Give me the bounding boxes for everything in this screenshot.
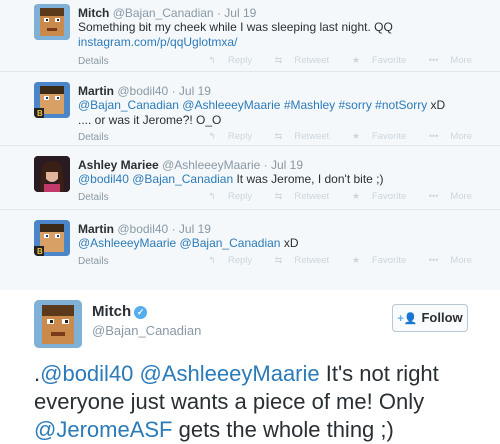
follow-user-icon: +👤 xyxy=(397,313,418,325)
follow-button[interactable]: +👤 Follow xyxy=(392,304,468,332)
avatar[interactable]: B xyxy=(34,82,70,118)
tweet-text: @Bajan_Canadian @AshleeeyMaarie #Mashley… xyxy=(78,98,445,128)
star-icon: ★ xyxy=(351,55,360,65)
tweet-tail: xD xyxy=(427,98,446,112)
retweet-icon: ⇆ xyxy=(274,255,283,265)
tweet-tail: xD xyxy=(280,236,299,250)
retweet-icon: ⇆ xyxy=(274,131,283,141)
reply-button[interactable]: ↰ Reply xyxy=(198,191,252,202)
tweet-item[interactable]: B Martin @bodil40 · Jul 19 @Bajan_Canadi… xyxy=(0,72,500,146)
star-icon: ★ xyxy=(351,255,360,265)
tweet-actions: ↰ Reply ⇆ Retweet ★ Favorite ••• More xyxy=(188,191,472,202)
mentions[interactable]: @AshleeeyMaarie @Bajan_Canadian xyxy=(78,236,280,250)
author-handle[interactable]: @Bajan_Canadian xyxy=(92,323,201,338)
details-link[interactable]: Details xyxy=(78,56,109,67)
svg-text:B: B xyxy=(37,109,43,118)
more-icon: ••• xyxy=(428,131,439,141)
favorite-button[interactable]: ★ Favorite xyxy=(342,191,406,202)
main-tweet: Mitch ✓ @Bajan_Canadian +👤 Follow .@bodil4… xyxy=(0,290,500,442)
more-button[interactable]: ••• More xyxy=(419,191,472,202)
favorite-button[interactable]: ★ Favorite xyxy=(342,55,406,66)
reply-icon: ↰ xyxy=(208,131,216,141)
more-icon: ••• xyxy=(428,255,439,265)
tweet-text: @AshleeeyMaarie @Bajan_Canadian xD xyxy=(78,236,298,251)
author-handle[interactable]: @bodil40 xyxy=(117,222,168,236)
more-button[interactable]: ••• More xyxy=(419,255,472,266)
author-name[interactable]: Mitch ✓ xyxy=(92,303,148,320)
tweet-text: .@bodil40 @AshleeeyMaarie It's not right… xyxy=(34,361,439,442)
tweet-actions: ↰ Reply ⇆ Retweet ★ Favorite ••• More xyxy=(188,131,472,142)
star-icon: ★ xyxy=(351,131,360,141)
conversation-thread: Mitch @Bajan_Canadian · Jul 19 Something… xyxy=(0,0,500,290)
tweet-item[interactable]: Mitch @Bajan_Canadian · Jul 19 Something… xyxy=(0,0,500,72)
star-icon: ★ xyxy=(351,191,360,201)
more-icon: ••• xyxy=(428,191,439,201)
mention-link[interactable]: @AshleeeyMaarie xyxy=(140,361,320,386)
tweet-actions: ↰ Reply ⇆ Retweet ★ Favorite ••• More xyxy=(188,55,472,66)
tweet-actions: ↰ Reply ⇆ Retweet ★ Favorite ••• More xyxy=(188,255,472,266)
verified-icon: ✓ xyxy=(134,306,148,319)
details-link[interactable]: Details xyxy=(78,256,109,267)
reply-icon: ↰ xyxy=(208,55,216,65)
tweet-text: Something bit my cheek while I was sleep… xyxy=(78,20,393,50)
retweet-button[interactable]: ⇆ Retweet xyxy=(265,131,329,142)
mention-link[interactable]: @JeromeASF xyxy=(34,417,172,442)
retweet-icon: ⇆ xyxy=(274,191,283,201)
avatar[interactable] xyxy=(34,300,82,348)
tweet-date[interactable]: Jul 19 xyxy=(179,84,211,98)
mention-link[interactable]: @bodil40 xyxy=(40,361,133,386)
mentions-hashtags[interactable]: @Bajan_Canadian @AshleeeyMaarie #Mashley… xyxy=(78,98,427,112)
retweet-icon: ⇆ xyxy=(274,55,283,65)
retweet-button[interactable]: ⇆ Retweet xyxy=(265,55,329,66)
avatar[interactable] xyxy=(34,4,70,40)
author-handle[interactable]: @Bajan_Canadian xyxy=(113,6,214,20)
retweet-button[interactable]: ⇆ Retweet xyxy=(265,255,329,266)
tweet-header: Ashley Mariee @AshleeeyMaarie · Jul 19 xyxy=(78,158,304,172)
mentions[interactable]: @bodil40 @Bajan_Canadian xyxy=(78,172,233,186)
avatar[interactable]: B xyxy=(34,220,70,256)
more-button[interactable]: ••• More xyxy=(419,131,472,142)
author-handle[interactable]: @AshleeeyMaarie xyxy=(162,158,260,172)
favorite-button[interactable]: ★ Favorite xyxy=(342,131,406,142)
tweet-header: Mitch @Bajan_Canadian · Jul 19 xyxy=(78,6,257,20)
tweet-line: Something bit my cheek while I was sleep… xyxy=(78,20,393,34)
tweet-date[interactable]: Jul 19 xyxy=(271,158,303,172)
author-name[interactable]: Mitch xyxy=(78,6,109,20)
instagram-link[interactable]: instagram.com/p/qqUglotmxa/ xyxy=(78,35,393,50)
reply-button[interactable]: ↰ Reply xyxy=(198,131,252,142)
reply-icon: ↰ xyxy=(208,191,216,201)
reply-button[interactable]: ↰ Reply xyxy=(198,55,252,66)
tweet-header: Martin @bodil40 · Jul 19 xyxy=(78,84,211,98)
tweet-line: .... or was it Jerome?! O_O xyxy=(78,113,222,127)
author-name[interactable]: Martin xyxy=(78,84,114,98)
favorite-button[interactable]: ★ Favorite xyxy=(342,255,406,266)
details-link[interactable]: Details xyxy=(78,132,109,143)
tweet-item[interactable]: B Martin @bodil40 · Jul 19 @AshleeeyMaar… xyxy=(0,210,500,290)
author-name[interactable]: Martin xyxy=(78,222,114,236)
tweet-date[interactable]: Jul 19 xyxy=(179,222,211,236)
more-icon: ••• xyxy=(428,55,439,65)
avatar[interactable] xyxy=(34,156,70,192)
tweet-text: @bodil40 @Bajan_Canadian It was Jerome, … xyxy=(78,172,384,187)
reply-button[interactable]: ↰ Reply xyxy=(198,255,252,266)
tweet-header: Martin @bodil40 · Jul 19 xyxy=(78,222,211,236)
tweet-tail: It was Jerome, I don't bite ;) xyxy=(233,172,384,186)
more-button[interactable]: ••• More xyxy=(419,55,472,66)
reply-icon: ↰ xyxy=(208,255,216,265)
author-handle[interactable]: @bodil40 xyxy=(117,84,168,98)
author-name[interactable]: Ashley Mariee xyxy=(78,158,159,172)
retweet-button[interactable]: ⇆ Retweet xyxy=(265,191,329,202)
details-link[interactable]: Details xyxy=(78,192,109,203)
svg-text:B: B xyxy=(37,247,43,256)
tweet-date[interactable]: Jul 19 xyxy=(224,6,256,20)
tweet-item[interactable]: Ashley Mariee @AshleeeyMaarie · Jul 19 @… xyxy=(0,146,500,210)
